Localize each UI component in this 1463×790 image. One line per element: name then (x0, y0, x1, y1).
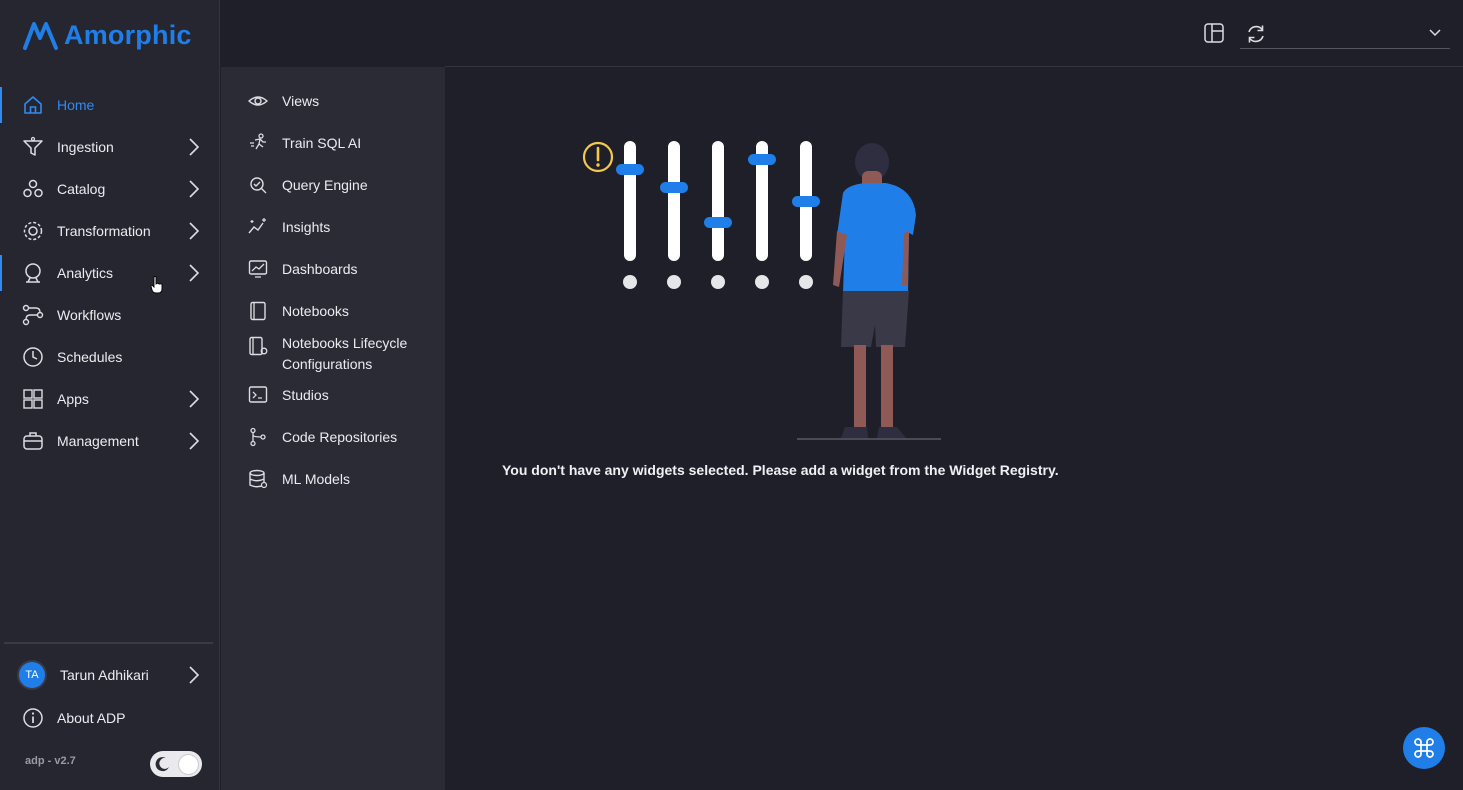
nav-item-label: Management (57, 433, 139, 449)
nav-item-label: Analytics (57, 265, 114, 281)
dashboard-select[interactable] (1240, 20, 1450, 49)
chevron-right-icon (189, 264, 200, 282)
nav-item-workflows[interactable]: Workflows (0, 294, 219, 336)
submenu-item-notebooks[interactable]: Notebooks (248, 301, 432, 322)
nav-item-label: Catalog (57, 181, 106, 197)
main-nav: Home Ingestion Catalog Transformation An… (0, 84, 219, 462)
toggle-knob (179, 754, 198, 774)
sidebar-divider (4, 642, 213, 644)
chevron-right-icon (189, 180, 200, 198)
amorphic-logo-icon (23, 22, 58, 50)
user-menu[interactable]: TA Tarun Adhikari (0, 654, 219, 696)
chevron-right-icon (189, 390, 200, 408)
git-icon (250, 427, 266, 447)
hand-cursor-icon (150, 276, 163, 294)
avatar: TA (19, 662, 45, 688)
about-label: About ADP (57, 710, 126, 726)
nav-item-schedules[interactable]: Schedules (0, 336, 219, 378)
query-engine-icon (250, 177, 267, 194)
topbar-divider (445, 66, 1463, 67)
submenu-item-studios[interactable]: Studios (248, 385, 432, 406)
chevron-right-icon (189, 138, 200, 156)
home-icon (22, 94, 44, 116)
submenu-item-label: Notebooks (282, 303, 349, 319)
workflow-icon (22, 304, 44, 326)
submenu-item-notebooks-lifecycle-configurations[interactable]: Notebooks Lifecycle Configurations (248, 333, 432, 375)
submenu-item-label: Insights (282, 219, 331, 235)
submenu-item-dashboards[interactable]: Dashboards (248, 259, 432, 280)
submenu-item-label: ML Models (282, 471, 350, 487)
nav-item-label: Schedules (57, 349, 123, 365)
nav-item-label: Home (57, 97, 95, 113)
submenu-item-train-sql-ai[interactable]: Train SQL AI (248, 133, 432, 154)
submenu-item-label: Studios (282, 387, 329, 403)
clock-icon (22, 346, 44, 368)
sparkle-chart-icon (248, 218, 266, 234)
nav-item-management[interactable]: Management (0, 420, 219, 462)
notebook-icon (250, 301, 266, 321)
info-icon (23, 708, 43, 728)
submenu-item-label: Train SQL AI (282, 135, 362, 151)
nav-item-apps[interactable]: Apps (0, 378, 219, 420)
nav-item-label: Transformation (57, 223, 151, 239)
submenu-item-label: Views (282, 93, 320, 109)
brand-name: Amorphic (64, 19, 192, 50)
analytics-submenu: Views Train SQL AI Query Engine Insights… (221, 67, 445, 790)
briefcase-icon (22, 430, 44, 452)
submenu-item-query-engine[interactable]: Query Engine (248, 175, 432, 196)
chevron-right-icon (189, 432, 200, 450)
notebook-config-icon (249, 336, 268, 356)
submenu-item-label: Query Engine (282, 177, 368, 193)
funnel-icon (22, 136, 44, 158)
nav-item-home[interactable]: Home (0, 84, 219, 126)
analytics-icon (22, 262, 44, 284)
eye-icon (248, 96, 268, 106)
apps-icon (22, 388, 44, 410)
moon-icon (155, 757, 169, 772)
nav-item-label: Apps (57, 391, 89, 407)
submenu-item-views[interactable]: Views (248, 91, 432, 112)
submenu-item-code-repositories[interactable]: Code Repositories (248, 427, 432, 448)
command-icon (1414, 738, 1434, 758)
chevron-right-icon (189, 666, 200, 684)
gear-icon (22, 220, 44, 242)
submenu-item-label: Code Repositories (282, 429, 398, 445)
nav-item-label: Workflows (57, 307, 122, 323)
submenu-item-insights[interactable]: Insights (248, 217, 432, 238)
dashboard-icon (248, 260, 268, 278)
nav-item-ingestion[interactable]: Ingestion (0, 126, 219, 168)
nav-item-transformation[interactable]: Transformation (0, 210, 219, 252)
nav-item-catalog[interactable]: Catalog (0, 168, 219, 210)
empty-state-message: You don't have any widgets selected. Ple… (502, 462, 1059, 478)
about-adp-link[interactable]: About ADP (0, 697, 219, 739)
theme-toggle[interactable] (150, 751, 202, 777)
nav-item-label: Ingestion (57, 139, 114, 155)
running-icon (250, 133, 266, 150)
terminal-icon (248, 386, 268, 403)
submenu-item-ml-models[interactable]: ML Models (248, 469, 432, 490)
submenu-item-label: Notebooks Lifecycle Configurations (282, 335, 408, 372)
version-label: adp - v2.7 (25, 755, 76, 767)
layout-panel-icon[interactable] (1203, 22, 1225, 44)
sidebar: Amorphic Home Ingestion Catalog Transfor… (0, 0, 220, 790)
command-palette-button[interactable] (1403, 727, 1445, 769)
submenu-item-label: Dashboards (282, 261, 358, 277)
database-icon (249, 469, 268, 489)
chevron-right-icon (189, 222, 200, 240)
nav-item-analytics[interactable]: Analytics (0, 252, 219, 294)
catalog-icon (22, 178, 44, 200)
user-name: Tarun Adhikari (60, 667, 149, 683)
brand-logo[interactable]: Amorphic (22, 18, 192, 52)
chevron-down-icon (1429, 29, 1441, 37)
empty-state-illustration (582, 141, 941, 440)
